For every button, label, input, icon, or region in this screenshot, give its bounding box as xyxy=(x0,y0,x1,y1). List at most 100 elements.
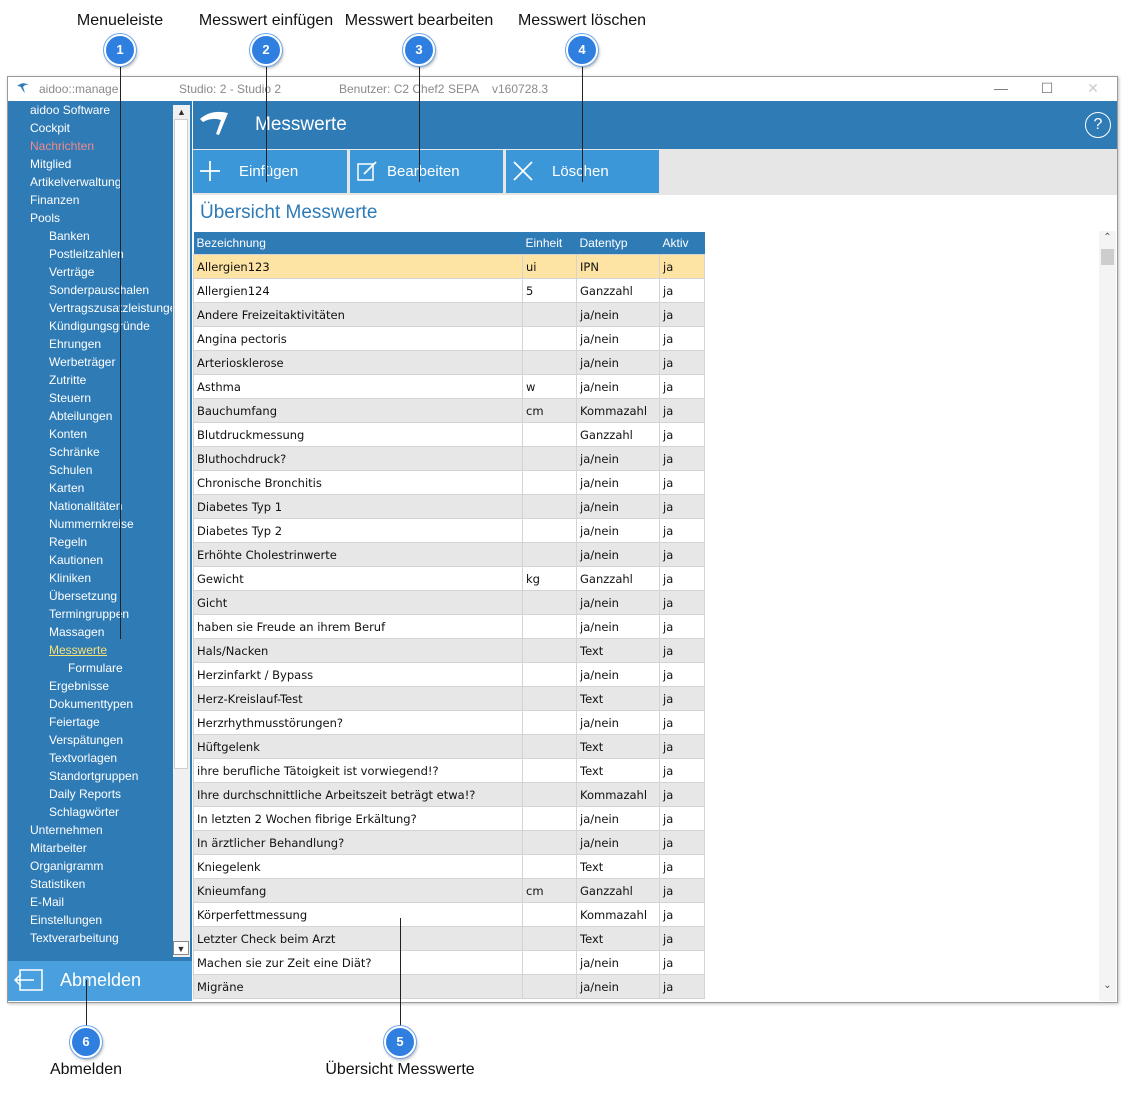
table-row[interactable]: Machen sie zur Zeit eine Diät? ja/nein ja xyxy=(193,950,705,975)
sidebar-item[interactable]: Massagen xyxy=(49,623,104,641)
logout-button[interactable]: Abmelden xyxy=(8,961,192,1001)
table-row[interactable]: Migräne ja/nein ja xyxy=(193,974,705,999)
sidebar-item[interactable]: aidoo Software xyxy=(30,101,110,119)
sidebar-item[interactable]: Verspätungen xyxy=(49,731,123,749)
insert-button[interactable]: Einfügen xyxy=(193,150,347,193)
table-row[interactable]: Ihre durchschnittliche Arbeitszeit beträ… xyxy=(193,782,705,807)
table-row[interactable]: In letzten 2 Wochen fibrige Erkältung? ja… xyxy=(193,806,705,831)
sidebar-item[interactable]: Kautionen xyxy=(49,551,103,569)
sidebar-item[interactable]: Konten xyxy=(49,425,87,443)
content-scrollbar[interactable]: ⌃ ⌄ xyxy=(1099,231,1116,1001)
table-row[interactable]: Gicht ja/nein ja xyxy=(193,590,705,615)
table-row[interactable]: Diabetes Typ 2 ja/nein ja xyxy=(193,518,705,543)
sidebar-item[interactable]: Einstellungen xyxy=(30,911,102,929)
table-row[interactable]: Kniegelenk Text ja xyxy=(193,854,705,879)
table-row[interactable]: Arteriosklerose ja/nein ja xyxy=(193,350,705,375)
content-scroll-down-icon[interactable]: ⌄ xyxy=(1099,979,1116,993)
pointer-line-4 xyxy=(582,64,583,182)
table-row[interactable]: Bluthochdruck? ja/nein ja xyxy=(193,446,705,471)
table-row[interactable]: Asthma w ja/nein ja xyxy=(193,374,705,399)
sidebar-item[interactable]: Nationalitäten xyxy=(49,497,122,515)
column-header-bezeichnung[interactable]: Bezeichnung xyxy=(193,232,523,255)
sidebar-scrollbar[interactable]: ▲ ▼ xyxy=(173,105,190,957)
table-row[interactable]: Knieumfang cm Ganzzahl ja xyxy=(193,878,705,903)
sidebar-item[interactable]: Ergebnisse xyxy=(49,677,109,695)
table-row[interactable]: Diabetes Typ 1 ja/nein ja xyxy=(193,494,705,519)
table-row[interactable]: Letzter Check beim Arzt Text ja xyxy=(193,926,705,951)
sidebar-item[interactable]: Kündigungsgründe xyxy=(49,317,150,335)
table-row[interactable]: Andere Freizeitaktivitäten ja/nein ja xyxy=(193,302,705,327)
sidebar-item[interactable]: Statistiken xyxy=(30,875,85,893)
close-button[interactable]: ✕ xyxy=(1070,77,1116,101)
sidebar-item[interactable]: Artikelverwaltung xyxy=(30,173,121,191)
table-row[interactable]: Angina pectoris ja/nein ja xyxy=(193,326,705,351)
scroll-up-arrow-icon[interactable]: ▲ xyxy=(173,105,190,119)
table-row[interactable]: Hüftgelenk Text ja xyxy=(193,734,705,759)
sidebar-item[interactable]: Unternehmen xyxy=(30,821,103,839)
sidebar-item[interactable]: Textvorlagen xyxy=(49,749,117,767)
sidebar-item[interactable]: Schulen xyxy=(49,461,92,479)
content-scroll-up-icon[interactable]: ⌃ xyxy=(1099,231,1116,245)
sidebar-item[interactable]: Sonderpauschalen xyxy=(49,281,149,299)
sidebar-item[interactable]: Dokumenttypen xyxy=(49,695,133,713)
table-row[interactable]: Bauchumfang cm Kommazahl ja xyxy=(193,398,705,423)
sidebar-item[interactable]: Formulare xyxy=(68,659,123,677)
table-row[interactable]: In ärztlicher Behandlung? ja/nein ja xyxy=(193,830,705,855)
sidebar-item[interactable]: Verträge xyxy=(49,263,94,281)
sidebar-item[interactable]: Daily Reports xyxy=(49,785,121,803)
sidebar-item[interactable]: Banken xyxy=(49,227,90,245)
table-row[interactable]: Allergien123 ui IPN ja xyxy=(193,254,705,279)
help-icon[interactable]: ? xyxy=(1085,112,1111,138)
table-row[interactable]: Allergien124 5 Ganzzahl ja xyxy=(193,278,705,303)
sidebar-item[interactable]: Mitglied xyxy=(30,155,71,173)
table-row[interactable]: Erhöhte Cholestrinwerte ja/nein ja xyxy=(193,542,705,567)
sidebar-item[interactable]: Abteilungen xyxy=(49,407,112,425)
sidebar-item[interactable]: Übersetzung xyxy=(49,587,117,605)
sidebar-item[interactable]: Termingruppen xyxy=(49,605,129,623)
table-row[interactable]: Körperfettmessung Kommazahl ja xyxy=(193,902,705,927)
sidebar-item[interactable]: Zutritte xyxy=(49,371,86,389)
content-scroll-thumb[interactable] xyxy=(1101,249,1114,265)
table-row[interactable]: Herz-Kreislauf-Test Text ja xyxy=(193,686,705,711)
scroll-down-arrow-icon[interactable]: ▼ xyxy=(173,941,189,955)
sidebar-item[interactable]: Kliniken xyxy=(49,569,91,587)
sidebar-item[interactable]: Organigramm xyxy=(30,857,103,875)
sidebar-item[interactable]: Pools xyxy=(30,209,60,227)
sidebar-item[interactable]: Ehrungen xyxy=(49,335,101,353)
bezeichnung-cell: Letzter Check beim Arzt xyxy=(193,926,523,951)
sidebar-item[interactable]: Messwerte xyxy=(49,641,107,659)
sidebar-item[interactable]: Nachrichten xyxy=(30,137,94,155)
column-header-aktiv[interactable]: Aktiv xyxy=(659,232,705,255)
edit-button[interactable]: Bearbeiten xyxy=(350,150,503,193)
sidebar-item[interactable]: Standortgruppen xyxy=(49,767,138,785)
table-row[interactable]: Gewicht kg Ganzzahl ja xyxy=(193,566,705,591)
maximize-button[interactable]: ☐ xyxy=(1024,77,1070,101)
sidebar-item[interactable]: Schlagwörter xyxy=(49,803,119,821)
sidebar-scroll-thumb[interactable] xyxy=(174,119,188,769)
sidebar-item[interactable]: E-Mail xyxy=(30,893,64,911)
table-row[interactable]: Herzrhythmusstörungen? ja/nein ja xyxy=(193,710,705,735)
sidebar-item[interactable]: Cockpit xyxy=(30,119,70,137)
sidebar-item[interactable]: Steuern xyxy=(49,389,91,407)
sidebar-item[interactable]: Vertragszusatzleistungen xyxy=(49,299,172,317)
table-row[interactable]: haben sie Freude an ihrem Beruf ja/nein ja xyxy=(193,614,705,639)
sidebar-item[interactable]: Textverarbeitung xyxy=(30,929,119,947)
sidebar-item[interactable]: Postleitzahlen xyxy=(49,245,124,263)
sidebar-item[interactable]: Karten xyxy=(49,479,84,497)
bezeichnung-cell: Asthma xyxy=(193,374,523,399)
sidebar-item[interactable]: Regeln xyxy=(49,533,87,551)
sidebar-item[interactable]: Mitarbeiter xyxy=(30,839,87,857)
column-header-datentyp[interactable]: Datentyp xyxy=(576,232,660,255)
table-row[interactable]: Herzinfarkt / Bypass ja/nein ja xyxy=(193,662,705,687)
table-row[interactable]: Chronische Bronchitis ja/nein ja xyxy=(193,470,705,495)
sidebar-item[interactable]: Schränke xyxy=(49,443,100,461)
sidebar-item[interactable]: Werbeträger xyxy=(49,353,115,371)
table-row[interactable]: Hals/Nacken Text ja xyxy=(193,638,705,663)
column-header-einheit[interactable]: Einheit xyxy=(522,232,577,255)
minimize-button[interactable]: — xyxy=(978,77,1024,101)
sidebar-item[interactable]: Finanzen xyxy=(30,191,79,209)
table-row[interactable]: Blutdruckmessung Ganzzahl ja xyxy=(193,422,705,447)
table-row[interactable]: ihre berufliche Tätoigkeit ist vorwiegen… xyxy=(193,758,705,783)
aktiv-cell: ja xyxy=(659,782,705,807)
sidebar-item[interactable]: Feiertage xyxy=(49,713,100,731)
